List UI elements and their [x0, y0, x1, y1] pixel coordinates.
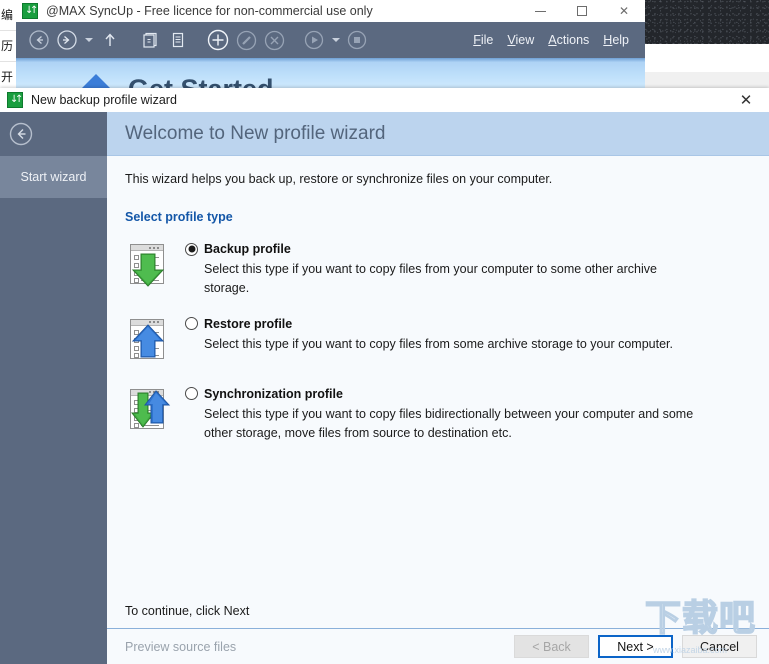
- wizard-back-button[interactable]: [0, 112, 107, 156]
- option-title: Synchronization profile: [204, 386, 343, 401]
- menu-file[interactable]: File: [473, 33, 493, 47]
- option-title: Backup profile: [204, 242, 291, 256]
- add-icon[interactable]: [205, 27, 231, 53]
- banner-title: Get Started: [128, 74, 274, 88]
- option-description: Select this type if you want to copy fil…: [204, 336, 673, 351]
- page-title: Welcome to New profile wizard: [125, 122, 386, 144]
- syncup-icon: ↓ ↑: [7, 92, 23, 108]
- cancel-button[interactable]: Cancel: [682, 635, 757, 658]
- page-icon[interactable]: [165, 27, 191, 53]
- back-icon[interactable]: [26, 27, 52, 53]
- close-icon: ✕: [618, 4, 630, 18]
- option-title: Restore profile: [204, 316, 293, 331]
- synchronization-profile-icon: [125, 387, 181, 439]
- close-icon: ✕: [739, 91, 753, 109]
- preview-source-files-link[interactable]: Preview source files: [125, 640, 236, 654]
- wizard-step-rail: Start wizard: [0, 112, 107, 664]
- dialog-body: Start wizard Welcome to New profile wiza…: [0, 112, 769, 664]
- back-button[interactable]: < Back: [514, 635, 589, 658]
- next-button[interactable]: Next >: [598, 635, 673, 658]
- minimize-button[interactable]: [519, 0, 561, 22]
- option-header: Synchronization profile: [185, 387, 751, 401]
- application-title: @MAX SyncUp - Free licence for non-comme…: [46, 4, 373, 18]
- forward-icon[interactable]: [54, 27, 80, 53]
- dialog-footer: Preview source files < Back Next > Cance…: [107, 628, 769, 664]
- green-down-arrow-icon: [131, 253, 165, 287]
- restore-profile-icon: [125, 317, 181, 369]
- option-body: Synchronization profile Select this type…: [181, 387, 751, 444]
- blue-up-arrow-icon: [131, 324, 165, 358]
- minimize-icon: [534, 10, 546, 12]
- desktop-lower-strip: [645, 72, 769, 88]
- rail-filler: [0, 198, 107, 664]
- menu-actions[interactable]: Actions: [548, 33, 589, 47]
- syncup-icon: ↓ ↑: [22, 3, 38, 19]
- radio-restore-profile[interactable]: [185, 317, 198, 331]
- option-body: Backup profile Select this type if you w…: [181, 242, 751, 299]
- footer-button-group: < Back Next > Cancel: [514, 635, 757, 658]
- get-started-banner: Get Started: [16, 58, 645, 88]
- wizard-header: Welcome to New profile wizard: [107, 112, 769, 156]
- circle-arrow-left-icon: [9, 122, 33, 146]
- stop-icon[interactable]: [344, 27, 370, 53]
- banner-triangle-icon: [78, 74, 114, 88]
- arrow-up-glyph: ↑: [15, 94, 24, 105]
- stacked-pages-icon[interactable]: [137, 27, 163, 53]
- maximize-icon: [577, 6, 587, 16]
- wizard-main-panel: Welcome to New profile wizard This wizar…: [107, 112, 769, 664]
- application-titlebar: ↓ ↑ @MAX SyncUp - Free licence for non-c…: [16, 0, 645, 22]
- run-icon[interactable]: [301, 27, 327, 53]
- menu-help[interactable]: Help: [603, 33, 629, 47]
- application-toolbar: File View Actions Help: [16, 22, 645, 58]
- arrow-up-glyph: ↑: [30, 5, 39, 16]
- continue-note: To continue, click Next: [125, 604, 250, 618]
- profile-type-option-restore[interactable]: Restore profile Select this type if you …: [125, 317, 751, 369]
- new-backup-profile-wizard-dialog: ↓ ↑ New backup profile wizard ✕ Start wi…: [0, 88, 769, 664]
- option-header: Backup profile: [185, 242, 751, 256]
- intro-text: This wizard helps you back up, restore o…: [125, 172, 553, 186]
- menu-view[interactable]: View: [507, 33, 534, 47]
- edit-icon[interactable]: [233, 27, 259, 53]
- sidebar-item-start-wizard[interactable]: Start wizard: [0, 156, 107, 198]
- radio-synchronization-profile[interactable]: [185, 387, 198, 401]
- profile-type-option-synchronization[interactable]: Synchronization profile Select this type…: [125, 387, 751, 444]
- forward-dropdown-caret-icon[interactable]: [82, 27, 95, 53]
- desktop-wallpaper: [645, 0, 769, 44]
- radio-backup-profile[interactable]: [185, 242, 198, 256]
- dialog-close-button[interactable]: ✕: [723, 88, 769, 112]
- close-button[interactable]: ✕: [603, 0, 645, 22]
- green-down-blue-up-arrows-icon: [130, 389, 171, 428]
- delete-icon[interactable]: [261, 27, 287, 53]
- option-description: Select this type if you want to copy fil…: [204, 406, 694, 441]
- option-header: Restore profile: [185, 317, 751, 331]
- option-body: Restore profile Select this type if you …: [181, 317, 751, 369]
- option-description: Select this type if you want to copy fil…: [204, 262, 657, 296]
- run-dropdown-caret-icon[interactable]: [329, 27, 342, 53]
- application-menubar: File View Actions Help: [459, 33, 641, 47]
- backup-profile-icon: [125, 242, 181, 294]
- up-icon[interactable]: [97, 27, 123, 53]
- window-controls: ✕: [519, 0, 645, 22]
- maximize-button[interactable]: [561, 0, 603, 22]
- sidebar-item-label: Start wizard: [20, 170, 87, 184]
- section-label-select-profile-type: Select profile type: [125, 210, 233, 224]
- dialog-title: New backup profile wizard: [31, 93, 177, 107]
- dialog-titlebar: ↓ ↑ New backup profile wizard ✕: [0, 88, 769, 112]
- application-window: ↓ ↑ @MAX SyncUp - Free licence for non-c…: [16, 0, 645, 88]
- profile-type-option-backup[interactable]: Backup profile Select this type if you w…: [125, 242, 751, 299]
- wizard-content: This wizard helps you back up, restore o…: [107, 156, 769, 628]
